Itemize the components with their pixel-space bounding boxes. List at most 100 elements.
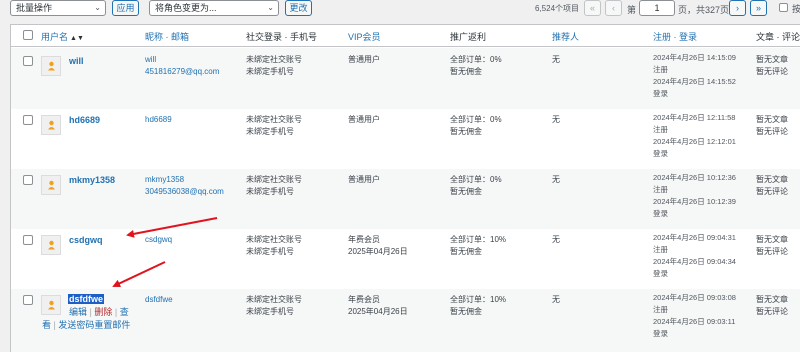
register-time: 2024年4月26日 09:04:31 <box>653 233 736 242</box>
rebate-commission: 暂无佣金 <box>450 247 482 256</box>
tablenav-top: 批量操作 ⌄ 应用 将角色变更为... ⌄ 更改 6,524个项目 « ‹ 第 … <box>0 0 800 18</box>
register-label: 注册 <box>653 305 668 314</box>
phone-status: 未绑定手机号 <box>246 187 294 196</box>
nickname-link[interactable]: dsfdfwe <box>145 294 173 305</box>
current-page-input[interactable]: 1 <box>639 0 675 16</box>
reset-password-link[interactable]: 发送密码重置邮件 <box>58 320 130 330</box>
email-link[interactable]: 451816279@qq.com <box>145 66 219 77</box>
username-link[interactable]: will <box>69 56 84 66</box>
phone-status: 未绑定手机号 <box>246 247 294 256</box>
nickname-link[interactable]: csdgwq <box>145 234 172 245</box>
user-avatar-icon <box>48 180 55 190</box>
column-social: 社交登录 · 手机号 <box>246 32 317 42</box>
users-table: 用户名 ▲▼ 昵称 · 邮箱 社交登录 · 手机号 VIP会员 推广返利 推荐人 … <box>10 24 800 352</box>
table-row: dsfdfwe 编辑 | 删除 | 查 看 | 发送密码重置邮件 dsfdfwe… <box>11 289 800 352</box>
page-suffix: 页，共327页 <box>678 5 730 15</box>
action-separator: | <box>89 307 92 317</box>
column-vip[interactable]: VIP会员 <box>348 30 381 43</box>
column-posts: 文章 · 评论 <box>756 32 800 42</box>
register-label: 注册 <box>653 245 668 254</box>
username-link[interactable]: csdgwq <box>69 235 103 245</box>
social-status: 未绑定社交账号 <box>246 235 302 244</box>
rebate-orders: 全部订单：0% <box>450 55 502 64</box>
vip-level: 年费会员 <box>348 295 380 304</box>
column-username[interactable]: 用户名 ▲▼ <box>41 30 84 43</box>
avatar <box>41 235 61 255</box>
bulk-action-select[interactable]: 批量操作 ⌄ <box>10 0 106 16</box>
username-link[interactable]: mkmy1358 <box>69 175 115 185</box>
rebate-orders: 全部订单：0% <box>450 175 502 184</box>
row-checkbox[interactable] <box>23 56 33 66</box>
user-avatar-icon <box>48 120 55 130</box>
register-label: 注册 <box>653 185 668 194</box>
rebate-commission: 暂无佣金 <box>450 307 482 316</box>
view-link-part1[interactable]: 查 <box>120 307 129 317</box>
last-page-button[interactable]: » <box>750 0 767 16</box>
table-row: will will 451816279@qq.com 未绑定社交账号 未绑定手机… <box>11 48 800 109</box>
delete-link[interactable]: 删除 <box>94 307 112 317</box>
vip-level: 普通用户 <box>348 55 380 64</box>
social-status: 未绑定社交账号 <box>246 175 302 184</box>
avatar <box>41 115 61 135</box>
email-link[interactable]: 3049536038@qq.com <box>145 186 224 197</box>
vip-level: 年费会员 <box>348 235 380 244</box>
comments-count: 暂无评论 <box>756 247 788 256</box>
register-time: 2024年4月26日 12:11:58 <box>653 113 736 122</box>
page-prefix: 第 <box>627 5 637 15</box>
column-nickname[interactable]: 昵称 · 邮箱 <box>145 30 189 43</box>
posts-count: 暂无文章 <box>756 235 788 244</box>
prev-page-button[interactable]: ‹ <box>605 0 622 16</box>
next-page-button[interactable]: › <box>729 0 746 16</box>
view-link-part2[interactable]: 看 <box>42 320 51 330</box>
column-register[interactable]: 注册 · 登录 <box>653 30 697 43</box>
row-checkbox[interactable] <box>23 115 33 125</box>
social-status: 未绑定社交账号 <box>246 115 302 124</box>
table-row: hd6689 hd6689 未绑定社交账号 未绑定手机号 普通用户 全部订单：0… <box>11 109 800 169</box>
column-rebate: 推广返利 <box>450 32 487 42</box>
username-link-selected[interactable]: dsfdfwe <box>68 294 105 304</box>
phone-status: 未绑定手机号 <box>246 67 294 76</box>
row-actions: 编辑 | 删除 | 查 <box>69 306 129 319</box>
login-time: 2024年4月26日 14:15:52 <box>653 77 736 86</box>
row-actions-line2: 看 | 发送密码重置邮件 <box>42 319 130 332</box>
filter-checkbox[interactable] <box>779 3 788 12</box>
posts-count: 暂无文章 <box>756 175 788 184</box>
social-status: 未绑定社交账号 <box>246 295 302 304</box>
referrer-value: 无 <box>552 235 560 244</box>
avatar <box>41 295 61 315</box>
register-label: 注册 <box>653 125 668 134</box>
rebate-commission: 暂无佣金 <box>450 127 482 136</box>
login-label: 登录 <box>653 329 668 338</box>
column-referrer[interactable]: 推荐人 <box>552 30 579 43</box>
referrer-value: 无 <box>552 295 560 304</box>
comments-count: 暂无评论 <box>756 67 788 76</box>
select-all-checkbox[interactable] <box>23 30 33 40</box>
posts-count: 暂无文章 <box>756 55 788 64</box>
nickname-link[interactable]: mkmy1358 <box>145 174 184 185</box>
login-time: 2024年4月26日 09:03:11 <box>653 317 736 326</box>
column-username-label: 用户名 <box>41 32 69 42</box>
chevron-down-icon: ⌄ <box>94 3 101 12</box>
change-role-button[interactable]: 更改 <box>285 0 312 16</box>
nickname-link[interactable]: will <box>145 54 156 65</box>
role-change-select[interactable]: 将角色变更为... ⌄ <box>149 0 279 16</box>
item-count: 6,524个项目 <box>535 4 580 13</box>
edit-link[interactable]: 编辑 <box>69 307 87 317</box>
vip-level: 普通用户 <box>348 115 380 124</box>
social-status: 未绑定社交账号 <box>246 55 302 64</box>
action-separator: | <box>53 320 56 330</box>
nickname-link[interactable]: hd6689 <box>145 114 172 125</box>
apply-button[interactable]: 应用 <box>112 0 139 16</box>
row-checkbox[interactable] <box>23 175 33 185</box>
sort-icon: ▲▼ <box>70 35 84 42</box>
register-label: 注册 <box>653 65 668 74</box>
row-checkbox[interactable] <box>23 235 33 245</box>
username-link[interactable]: hd6689 <box>69 115 100 125</box>
login-label: 登录 <box>653 89 668 98</box>
phone-status: 未绑定手机号 <box>246 307 294 316</box>
row-checkbox[interactable] <box>23 295 33 305</box>
first-page-button[interactable]: « <box>584 0 601 16</box>
table-row: mkmy1358 mkmy1358 3049536038@qq.com 未绑定社… <box>11 169 800 229</box>
comments-count: 暂无评论 <box>756 187 788 196</box>
comments-count: 暂无评论 <box>756 307 788 316</box>
